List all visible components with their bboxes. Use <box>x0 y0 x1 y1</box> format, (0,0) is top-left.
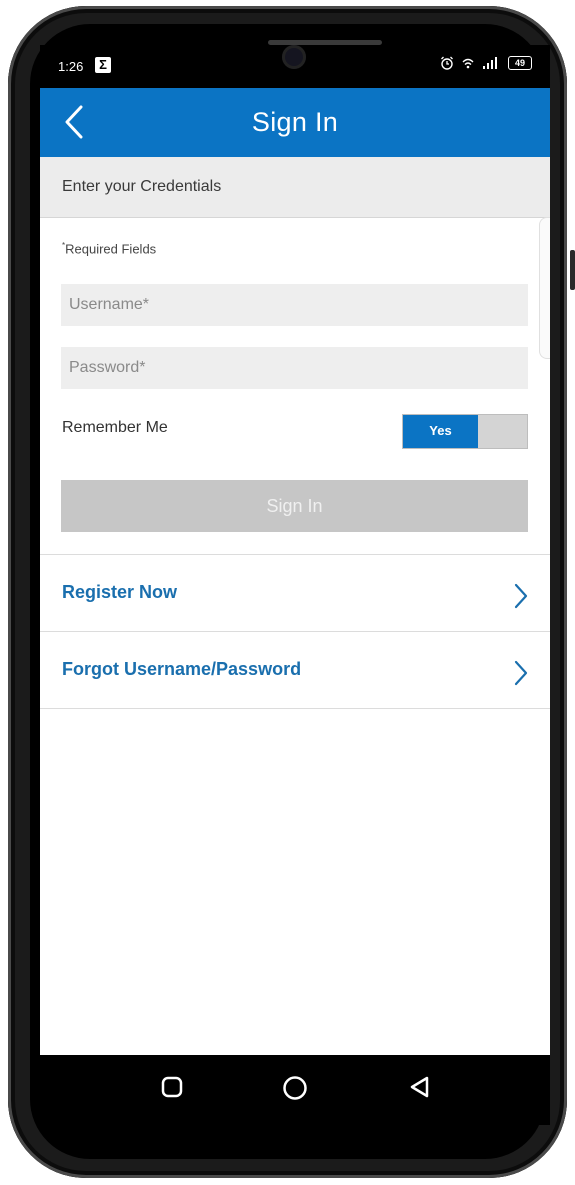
remember-me-toggle[interactable]: Yes <box>402 414 528 449</box>
home-button[interactable] <box>282 1075 308 1101</box>
wifi-icon <box>462 58 474 69</box>
battery-icon: 49 <box>508 56 532 70</box>
volume-button <box>570 250 575 290</box>
forgot-credentials-link[interactable]: Forgot Username/Password <box>40 631 550 708</box>
divider <box>40 708 550 709</box>
required-note-text: Required Fields <box>65 241 157 257</box>
back-button[interactable] <box>408 1075 432 1099</box>
status-time: 1:26 <box>58 59 84 74</box>
chevron-right-icon <box>514 660 528 686</box>
required-fields-note: *Required Fields <box>62 241 156 256</box>
forgot-credentials-label: Forgot Username/Password <box>62 659 302 679</box>
signal-icon <box>483 57 497 69</box>
status-icons: 49 <box>440 56 532 70</box>
edge-panel-handle[interactable] <box>539 217 550 359</box>
sigma-icon: Σ <box>95 57 111 73</box>
screen: 1:26 Σ 49 Sign In Enter your Credentials… <box>40 45 550 1055</box>
password-input[interactable] <box>61 347 528 389</box>
status-bar: 1:26 Σ 49 <box>40 45 550 88</box>
sign-in-button[interactable]: Sign In <box>61 480 528 532</box>
register-now-link[interactable]: Register Now <box>40 554 550 631</box>
front-camera <box>282 45 306 69</box>
remember-me-label: Remember Me <box>62 419 168 436</box>
navigation-bar <box>40 1055 550 1125</box>
section-title: Enter your Credentials <box>62 178 222 195</box>
register-now-label: Register Now <box>62 582 178 602</box>
alarm-icon <box>441 56 453 70</box>
app-header: Sign In <box>40 88 550 157</box>
section-header: Enter your Credentials <box>40 157 550 218</box>
page-title: Sign In <box>251 107 339 137</box>
recent-apps-button[interactable] <box>160 1075 184 1099</box>
toggle-on-label: Yes <box>403 415 478 448</box>
chevron-right-icon <box>514 583 528 609</box>
username-input[interactable] <box>61 284 528 326</box>
